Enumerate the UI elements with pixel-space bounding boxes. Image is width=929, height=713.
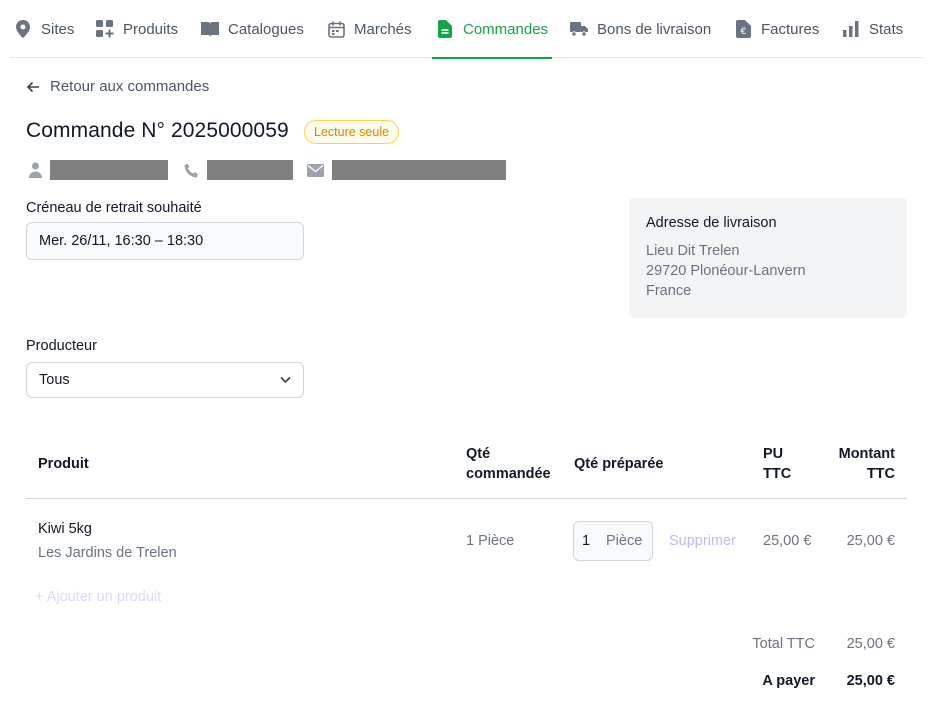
arrow-left-icon [26, 81, 40, 93]
header-line: Qté [466, 446, 491, 462]
phone-icon [184, 163, 199, 178]
pickup-slot-value: Mer. 26/11, 16:30 – 18:30 [39, 233, 204, 249]
product-name: Kiwi 5kg [38, 521, 92, 537]
total-ttc-value: 25,00 € [846, 636, 895, 652]
book-open-icon [201, 20, 219, 38]
amount-due-value: 25,00 € [846, 673, 895, 689]
chevron-down-icon [280, 376, 291, 384]
bar-chart-icon [842, 20, 860, 38]
header-line: Montant [838, 446, 895, 462]
redacted-phone [207, 160, 293, 180]
address-line-2: 29720 Plonéour-Lanvern [646, 263, 806, 279]
nav-item-commandes[interactable]: Commandes [432, 0, 553, 59]
nav-item-sites[interactable]: Sites [14, 0, 74, 58]
nav-label: Bons de livraison [597, 20, 712, 38]
back-to-orders-link[interactable]: Retour aux commandes [26, 78, 209, 95]
read-only-badge: Lecture seule [304, 120, 400, 144]
pickup-slot-label: Créneau de retrait souhaité [26, 200, 202, 216]
customer-email [307, 160, 506, 180]
column-header-unit-price: PU TTC [763, 444, 791, 484]
redacted-email [332, 160, 506, 180]
amount-due-label: A payer [762, 673, 815, 689]
producer-select[interactable]: Tous [26, 362, 304, 398]
product-producer: Les Jardins de Trelen [38, 545, 177, 561]
qty-ordered: 1 Pièce [466, 533, 515, 549]
column-header-qty-prepared: Qté préparée [574, 456, 664, 472]
svg-text:€: € [740, 27, 746, 37]
producer-select-value: Tous [39, 372, 70, 388]
customer-name [29, 160, 168, 180]
column-header-product: Produit [38, 456, 89, 472]
customer-phone [184, 160, 293, 180]
grid-plus-icon [96, 20, 114, 38]
nav-item-bons-de-livraison[interactable]: Bons de livraison [570, 0, 711, 58]
nav-item-stats[interactable]: Stats [842, 0, 903, 58]
nav-label: Catalogues [228, 20, 304, 38]
map-pin-icon [14, 20, 32, 38]
calendar-icon [327, 20, 345, 38]
nav-label: Stats [869, 20, 904, 38]
invoice-euro-icon: € [734, 20, 752, 38]
total-ttc-label: Total TTC [752, 636, 815, 652]
pickup-slot-field[interactable]: Mer. 26/11, 16:30 – 18:30 [26, 222, 304, 260]
qty-prepared-input[interactable]: 1 Pièce [573, 521, 653, 561]
nav-item-catalogues[interactable]: Catalogues [201, 0, 304, 58]
column-header-amount: Montant TTC [839, 444, 895, 484]
nav-label: Produits [123, 20, 179, 38]
qty-prepared-value: 1 [582, 533, 591, 549]
column-header-qty-ordered: Qté commandée [466, 444, 551, 484]
nav-item-marches[interactable]: Marchés [327, 0, 412, 58]
unit-price: 25,00 € [763, 533, 812, 549]
delete-line-button[interactable]: Supprimer [669, 533, 736, 549]
user-icon [29, 162, 42, 178]
page-title: Commande N° 2025000059 [26, 119, 289, 142]
address-line-1: Lieu Dit Trelen [646, 243, 740, 259]
truck-icon [570, 20, 588, 38]
delivery-address-card: Adresse de livraison Lieu Dit Trelen 297… [629, 198, 907, 318]
line-amount: 25,00 € [846, 533, 895, 549]
nav-label: Marchés [354, 20, 412, 38]
top-nav: Sites Produits Catalogues Marchés Comman… [10, 0, 923, 59]
header-line: commandée [466, 466, 551, 482]
nav-label: Sites [41, 20, 75, 38]
qty-prepared-unit: Pièce [606, 533, 643, 549]
redacted-name [50, 160, 168, 180]
nav-label: Commandes [463, 20, 549, 38]
mail-icon [307, 163, 324, 177]
header-line: TTC [763, 466, 792, 482]
nav-item-produits[interactable]: Produits [96, 0, 178, 58]
header-line: PU [763, 446, 784, 462]
table-header-divider [26, 498, 907, 499]
nav-label: Factures [761, 20, 820, 38]
back-label: Retour aux commandes [50, 78, 210, 95]
document-icon [436, 20, 454, 38]
header-line: TTC [866, 466, 895, 482]
add-product-button[interactable]: + Ajouter un produit [35, 589, 161, 605]
producer-label: Producteur [26, 338, 97, 354]
address-line-3: France [646, 283, 692, 299]
delivery-address-heading: Adresse de livraison [646, 215, 777, 231]
nav-item-factures[interactable]: € Factures [734, 0, 819, 58]
